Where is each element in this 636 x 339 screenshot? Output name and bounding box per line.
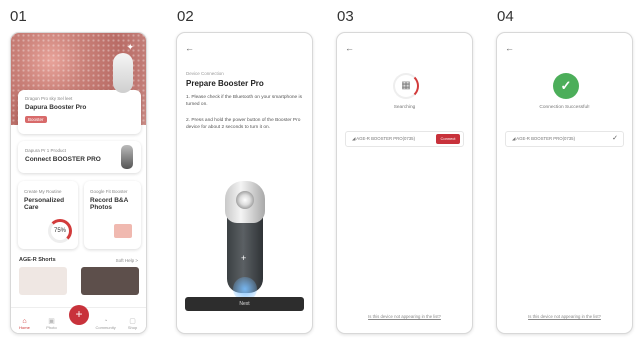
phone-screen-prepare: ← Device Connection Prepare Booster Pro … [176,32,313,334]
instruction-step-1: 1. Please check if the Bluetooth on your… [186,95,302,107]
next-button[interactable]: Next [185,297,304,311]
instruction-step-2: 2. Press and hold the power button of th… [186,118,301,130]
device-thumbnail [121,145,133,169]
care-value: 75 [53,228,61,234]
photo-icon: ▣ [48,318,55,325]
device-list-item[interactable]: ◢ AGE-R BOOSTER PRO(0735) Connect [345,131,464,147]
community-icon: ◔ [103,318,108,325]
nav-photo[interactable]: ▣ Photo [42,317,62,330]
personalized-care-card[interactable]: Create My Routine Personalized Care 75% [18,181,78,249]
connected-device-item[interactable]: ◢ AGE-R BOOSTER PRO(0735) ✓ [505,131,624,147]
shop-icon: ▢ [129,318,136,325]
nav-community[interactable]: ◔ Community [96,318,116,330]
sparkle-icon: ✦ [126,42,134,52]
photo-thumbnail [114,224,132,238]
device-connection-label: Device Connection [186,71,224,76]
care-small: Create My Routine [24,189,62,194]
short-video-thumb[interactable] [19,267,67,295]
hero-card-badge: Booster [25,116,47,123]
connect-title: Connect BOOSTER PRO [25,156,101,163]
plus-icon: + [75,307,83,321]
device-image [113,53,133,93]
hero-card[interactable]: Dragon Pro sky Sel leet Dapura Booster P… [18,90,141,134]
care-unit: % [60,228,67,234]
phone-screen-success: ← ✓ Connection Successful! ◢ AGE-R BOOST… [496,32,633,334]
care-title: Personalized Care [24,197,65,211]
device-not-appearing-link[interactable]: Is this device not appearing in the list… [337,314,472,319]
add-button[interactable]: + [69,305,89,325]
short-video-thumb-2[interactable] [81,267,139,295]
device-name: AGE-R BOOSTER PRO(0735) [356,136,416,141]
searching-status: Searching [393,105,416,110]
nav-home[interactable]: ⌂ Home [15,318,35,330]
connected-check-icon: ✓ [612,135,618,142]
care-progress-ring: 75% [48,219,72,243]
prepare-title: Prepare Booster Pro [186,79,264,88]
home-icon: ⌂ [22,318,27,325]
nav-home-label: Home [19,325,30,330]
phone-screen-home: ✦ Dragon Pro sky Sel leet Dapura Booster… [10,32,147,334]
shorts-section-more[interactable]: Soft Help > [116,258,138,263]
back-arrow-icon[interactable]: ← [345,43,354,53]
back-arrow-icon[interactable]: ← [185,43,194,53]
phone-screen-searching: ← ▦ Searching ◢ AGE-R BOOSTER PRO(0735) … [336,32,473,334]
step-number-3: 03 [337,8,354,25]
device-name: AGE-R BOOSTER PRO(0735) [516,136,576,141]
step-number-1: 01 [10,8,27,25]
photo-title: Record B&A Photos [90,197,129,211]
device-not-appearing-link[interactable]: Is this device not appearing in the list… [497,314,632,319]
nav-shop-label: Shop [127,325,138,330]
back-arrow-icon[interactable]: ← [505,43,514,53]
booster-device-image: + [225,181,265,301]
step-number-4: 04 [497,8,514,25]
step-number-2: 02 [177,8,194,25]
search-icon: ▦ [393,73,419,99]
check-icon: ✓ [553,73,579,99]
photo-small: Google Fit Booster [90,189,128,194]
shorts-section-title: AGE-R Shorts [19,257,56,263]
connection-status: Connection Successful! [539,105,590,110]
hero-card-title: Dapura Booster Pro [25,104,87,111]
connect-small: Dapura Pr 1 Product [25,148,67,153]
record-photos-card[interactable]: Google Fit Booster Record B&A Photos [84,181,141,249]
connect-button[interactable]: Connect [436,134,460,144]
nav-shop[interactable]: ▢ Shop [123,317,143,330]
hero-card-small: Dragon Pro sky Sel leet [25,96,73,101]
connect-device-card[interactable]: Dapura Pr 1 Product Connect BOOSTER PRO [18,141,141,173]
nav-community-label: Community [95,325,116,330]
nav-photo-label: Photo [46,325,57,330]
